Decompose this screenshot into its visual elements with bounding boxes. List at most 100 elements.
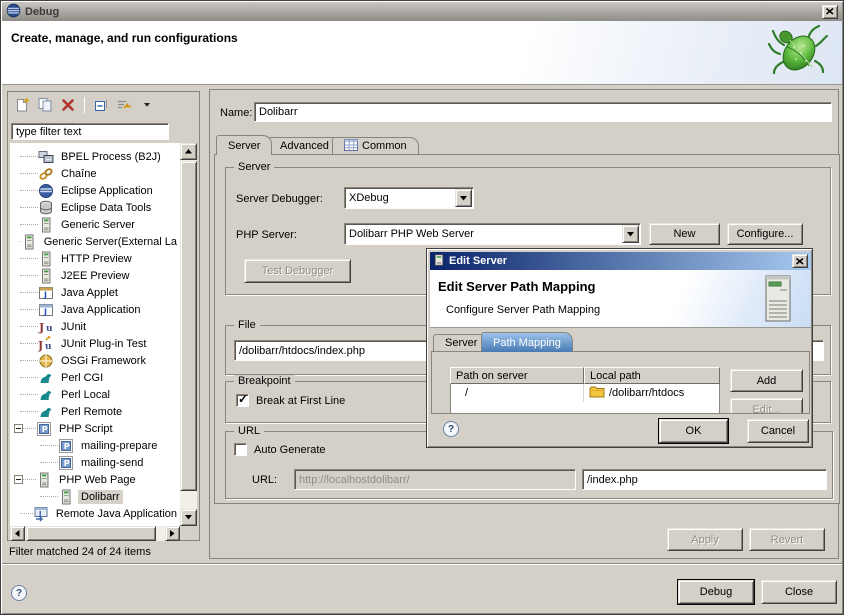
server-debugger-combo[interactable]: XDebug <box>344 187 474 209</box>
path-on-server-cell: / <box>451 384 584 402</box>
debug-button[interactable]: Debug <box>678 580 754 604</box>
tree-item-junit-plug-in-test[interactable]: JuJUnit Plug-in Test <box>10 335 180 352</box>
dialog-close-button[interactable] <box>792 254 808 268</box>
java-applet-icon: J <box>38 285 54 301</box>
column-header[interactable]: Path on server <box>450 367 584 384</box>
tree-item-remote-java-application[interactable]: J Remote Java Application <box>10 505 180 522</box>
php-server-icon <box>36 472 52 488</box>
server-icon <box>38 268 54 284</box>
php-file-icon: P <box>58 438 74 454</box>
eclipse-logo-icon <box>6 3 21 21</box>
new-config-button[interactable] <box>12 96 32 114</box>
collapse-expander-icon[interactable] <box>14 475 23 484</box>
tree-item-label: Java Application <box>58 303 144 317</box>
new-server-button[interactable]: New <box>649 223 720 245</box>
auto-generate-checkbox[interactable] <box>234 443 247 456</box>
name-label: Name: <box>220 107 252 119</box>
tree-line <box>20 275 38 276</box>
bpel-icon <box>38 149 54 165</box>
combo-arrow-icon[interactable] <box>622 225 639 243</box>
tree-item-java-application[interactable]: JJava Application <box>10 301 180 318</box>
tree-item-eclipse-application[interactable]: Eclipse Application <box>10 182 180 199</box>
cancel-button[interactable]: Cancel <box>747 419 809 443</box>
break-first-line-checkbox[interactable] <box>236 394 249 407</box>
junit-icon: Ju <box>38 319 54 335</box>
tree-item-label: Remote Java Application <box>53 507 180 521</box>
svg-text:J: J <box>38 509 41 517</box>
table-icon <box>344 139 358 154</box>
dialog-help-icon[interactable]: ? <box>443 421 459 437</box>
scroll-thumb[interactable] <box>26 526 156 541</box>
test-debugger-button[interactable]: Test Debugger <box>244 259 351 283</box>
edit-server-titlebar[interactable]: Edit Server <box>430 252 811 270</box>
tree-item-php-web-page[interactable]: PHP Web Page <box>10 471 180 488</box>
scroll-left-button[interactable] <box>10 526 25 541</box>
help-icon[interactable]: ? <box>11 585 27 601</box>
add-mapping-button[interactable]: Add <box>730 369 803 392</box>
svg-text:J: J <box>38 339 43 352</box>
tab-common[interactable]: Common <box>332 137 419 154</box>
file-group-title: File <box>234 319 260 331</box>
tree-item-php-script[interactable]: PPHP Script <box>10 420 180 437</box>
name-input[interactable] <box>254 102 832 122</box>
window-titlebar[interactable]: Debug <box>2 2 842 21</box>
tree-horizontal-scrollbar[interactable] <box>10 526 180 541</box>
bug-icon <box>766 23 830 84</box>
php-server-combo[interactable]: Dolibarr PHP Web Server <box>344 223 641 245</box>
tree-vertical-scrollbar[interactable] <box>180 143 197 526</box>
server-icon <box>38 217 54 233</box>
tree-item-generic-server-external-la[interactable]: Generic Server(External La <box>10 233 180 250</box>
filter-button[interactable] <box>114 96 134 114</box>
tab-server[interactable]: Server <box>216 135 272 155</box>
window-close-button[interactable] <box>822 5 838 19</box>
path-mapping-content: Path on serverLocal path //dolibarr/htdo… <box>431 351 810 414</box>
tree-item-osgi-framework[interactable]: OSGi Framework <box>10 352 180 369</box>
ok-button[interactable]: OK <box>659 419 728 443</box>
close-button[interactable]: Close <box>761 580 837 604</box>
tree-line <box>20 190 38 191</box>
footer-separator <box>2 563 842 565</box>
apply-button[interactable]: Apply <box>667 528 743 551</box>
delete-button[interactable] <box>58 96 78 114</box>
collapse-expander-icon[interactable] <box>14 424 23 433</box>
url-path-input[interactable] <box>582 469 827 490</box>
tree-item-mailing-prepare[interactable]: Pmailing-prepare <box>10 437 180 454</box>
tree-item-perl-local[interactable]: Perl Local <box>10 386 180 403</box>
tree-item-perl-cgi[interactable]: Perl CGI <box>10 369 180 386</box>
scroll-thumb[interactable] <box>180 161 197 491</box>
tree-item-dolibarr[interactable]: Dolibarr <box>10 488 180 505</box>
revert-button[interactable]: Revert <box>749 528 825 551</box>
tree-item-junit[interactable]: JuJUnit <box>10 318 180 335</box>
duplicate-button[interactable] <box>35 96 55 114</box>
tab-advanced[interactable]: Advanced <box>268 137 341 154</box>
tree-item-java-applet[interactable]: JJava Applet <box>10 284 180 301</box>
column-header[interactable]: Local path <box>584 367 720 384</box>
tree-item-generic-server[interactable]: Generic Server <box>10 216 180 233</box>
scroll-up-button[interactable] <box>180 143 197 160</box>
tree-item-http-preview[interactable]: HTTP Preview <box>10 250 180 267</box>
configure-server-button[interactable]: Configure... <box>727 223 803 245</box>
junit-plugin-icon: Ju <box>38 336 54 352</box>
dialog-subheading: Configure Server Path Mapping <box>446 304 600 316</box>
tree-item-eclipse-data-tools[interactable]: Eclipse Data Tools <box>10 199 180 216</box>
collapse-all-button[interactable] <box>91 96 111 114</box>
tree-item-j2ee-preview[interactable]: J2EE Preview <box>10 267 180 284</box>
php-server-icon <box>58 489 74 505</box>
menu-arrow-button[interactable] <box>137 96 157 114</box>
dialog-tab-path-mapping[interactable]: Path Mapping <box>481 332 573 352</box>
tree-item-bpel-process-b2j-[interactable]: BPEL Process (B2J) <box>10 148 180 165</box>
tree-item-chaîne[interactable]: Chaîne <box>10 165 180 182</box>
url-label: URL: <box>252 474 277 486</box>
server-icon <box>38 251 54 267</box>
tree-item-perl-remote[interactable]: Perl Remote <box>10 403 180 420</box>
scroll-down-button[interactable] <box>180 509 197 526</box>
tree-item-mailing-send[interactable]: Pmailing-send <box>10 454 180 471</box>
tree-item-label: OSGi Framework <box>58 354 149 368</box>
tree-line <box>20 224 38 225</box>
edit-mapping-button[interactable]: Edit... <box>730 398 803 414</box>
combo-arrow-icon[interactable] <box>455 189 472 207</box>
scroll-right-button[interactable] <box>165 526 180 541</box>
path-mapping-row[interactable]: //dolibarr/htdocs <box>451 384 719 402</box>
filter-input[interactable] <box>11 123 169 140</box>
dialog-heading: Edit Server Path Mapping <box>438 279 595 294</box>
